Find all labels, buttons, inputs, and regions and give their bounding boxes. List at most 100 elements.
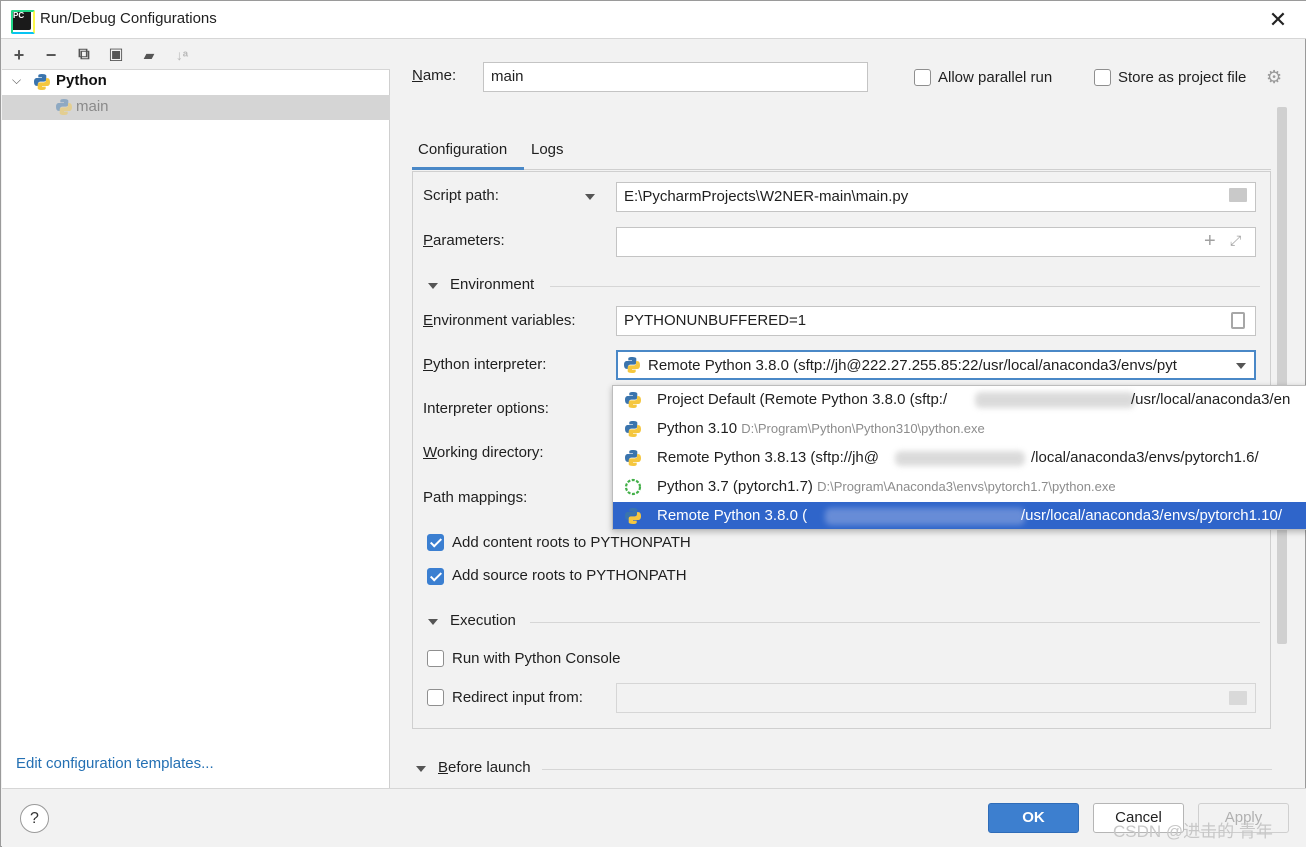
option-label: Remote Python 3.8.0 ( (657, 507, 808, 524)
environment-section[interactable]: Environment (450, 276, 534, 293)
source-roots-checkbox[interactable] (427, 568, 444, 585)
tree-item-label: main (76, 98, 109, 115)
watermark: CSDN @进击的 青年 (1113, 822, 1273, 841)
run-console-checkbox[interactable] (427, 650, 444, 667)
parameters-label-text: arameters: (433, 232, 505, 249)
python-icon (34, 74, 50, 90)
interpreter-dropdown: Project Default (Remote Python 3.8.0 (sf… (612, 385, 1306, 530)
redirect-input-field[interactable] (616, 683, 1256, 713)
env-vars-label: Environment variables: (423, 312, 576, 329)
before-launch-section[interactable]: Before launch (438, 759, 531, 776)
env-vars-field[interactable]: PYTHONUNBUFFERED=1 (616, 306, 1256, 336)
section-divider (550, 286, 1260, 287)
option-tail: /usr/local/anaconda3/en (1131, 391, 1291, 408)
interpreter-options-label: Interpreter options: (423, 400, 549, 417)
close-icon[interactable]: ✕ (1263, 5, 1293, 35)
configurations-panel: + − ⧉ ▣ ▰ ↓ᵃ ⌵ Python main Edit configur… (2, 40, 390, 788)
chevron-down-icon[interactable] (585, 194, 595, 200)
active-tab-indicator (412, 167, 524, 170)
window-title: Run/Debug Configurations (40, 10, 217, 27)
scrollbar[interactable] (1277, 107, 1287, 644)
help-button[interactable]: ? (20, 804, 49, 833)
option-path: D:\Program\Python\Python310\python.exe (741, 421, 985, 436)
folder-icon[interactable] (1229, 691, 1247, 705)
sort-icon[interactable]: ↓ᵃ (171, 44, 193, 66)
tab-configuration[interactable]: Configuration (418, 141, 507, 158)
ok-button[interactable]: OK (988, 803, 1079, 833)
remote-python-icon (625, 392, 641, 408)
chevron-down-icon[interactable] (1236, 363, 1246, 369)
section-divider (530, 622, 1260, 623)
option-path: D:\Program\Anaconda3\envs\pytorch1.7\pyt… (817, 479, 1116, 494)
store-project-label: Store as project file (1118, 69, 1247, 86)
dropdown-option[interactable]: Python 3.10 D:\Program\Python\Python310\… (613, 415, 1306, 444)
remove-icon[interactable]: − (40, 44, 62, 66)
pycharm-icon: PC (11, 10, 35, 34)
working-dir-label: Working directory: (423, 444, 544, 461)
remote-python-icon (625, 508, 641, 524)
tree-item-python[interactable]: ⌵ Python (2, 70, 390, 94)
dropdown-option[interactable]: Project Default (Remote Python 3.8.0 (sf… (613, 386, 1306, 415)
option-name: Python 3.7 (pytorch1.7) (657, 478, 813, 495)
script-path-field[interactable]: E:\PycharmProjects\W2NER-main\main.py (616, 182, 1256, 212)
chevron-down-icon[interactable] (416, 766, 426, 772)
edit-templates-link[interactable]: Edit configuration templates... (16, 755, 214, 772)
interpreter-label-text: ython interpreter: (433, 356, 547, 373)
store-project-checkbox[interactable] (1094, 69, 1111, 86)
option-label: Project Default (Remote Python 3.8.0 (sf… (657, 391, 948, 408)
working-dir-label-text: orking directory: (436, 444, 544, 461)
copy-icon[interactable]: ⧉ (73, 44, 95, 66)
option-label: Remote Python 3.8.13 (sftp://jh@ (657, 449, 880, 466)
save-icon[interactable]: ▣ (105, 44, 127, 66)
gear-icon[interactable]: ⚙ (1266, 67, 1282, 88)
redacted-area (895, 451, 1025, 466)
before-launch-label-text: efore launch (448, 759, 531, 776)
chevron-down-icon[interactable]: ⌵ (12, 73, 21, 88)
conda-icon (624, 478, 642, 496)
tabs-baseline (412, 169, 1271, 170)
dropdown-option-selected[interactable]: Remote Python 3.8.0 ( /usr/local/anacond… (613, 502, 1306, 529)
python-icon (56, 99, 72, 115)
section-divider (542, 769, 1272, 770)
redirect-input-checkbox[interactable] (427, 689, 444, 706)
redacted-area (825, 508, 1025, 525)
tree-item-main[interactable]: main (2, 95, 390, 120)
name-field[interactable]: main (483, 62, 868, 92)
folder-icon[interactable] (1229, 188, 1247, 202)
redacted-area (975, 392, 1135, 408)
remote-python-icon (624, 357, 640, 373)
content-roots-label: Add content roots to PYTHONPATH (452, 534, 691, 551)
tree-group-label: Python (56, 72, 107, 89)
dropdown-option[interactable]: Python 3.7 (pytorch1.7) D:\Program\Anaco… (613, 473, 1306, 502)
name-label-text: ame: (422, 67, 457, 84)
name-label: Name: (412, 67, 457, 84)
allow-parallel-checkbox[interactable] (914, 69, 931, 86)
source-roots-label: Add source roots to PYTHONPATH (452, 567, 687, 584)
tab-logs[interactable]: Logs (531, 141, 564, 158)
parameters-label: Parameters: (423, 232, 505, 249)
env-vars-label-text: nvironment variables: (433, 312, 576, 329)
add-parameter-icon[interactable]: + (1204, 230, 1216, 253)
option-tail: /usr/local/anaconda3/envs/pytorch1.10/ (1021, 507, 1282, 524)
dropdown-option[interactable]: Remote Python 3.8.13 (sftp://jh@ /local/… (613, 444, 1306, 473)
edit-list-icon[interactable] (1231, 312, 1245, 329)
app-icon-text: PC (13, 11, 25, 20)
execution-section[interactable]: Execution (450, 612, 516, 629)
interpreter-select[interactable]: Remote Python 3.8.0 (sftp://jh@222.27.25… (616, 350, 1256, 380)
dialog-window: PC Run/Debug Configurations ✕ + − ⧉ ▣ ▰ … (0, 0, 1306, 847)
new-folder-icon[interactable]: ▰ (138, 44, 160, 66)
parameters-field[interactable] (616, 227, 1256, 257)
interpreter-label: Python interpreter: (423, 356, 547, 373)
redirect-input-label: Redirect input from: (452, 689, 583, 706)
content-roots-checkbox[interactable] (427, 534, 444, 551)
title-bar: PC Run/Debug Configurations ✕ (1, 1, 1306, 39)
chevron-down-icon[interactable] (428, 283, 438, 289)
option-tail: /local/anaconda3/envs/pytorch1.6/ (1031, 449, 1259, 466)
remote-python-icon (625, 450, 641, 466)
add-icon[interactable]: + (8, 44, 30, 66)
chevron-down-icon[interactable] (428, 619, 438, 625)
run-console-label: Run with Python Console (452, 650, 621, 667)
option-name: Python 3.10 (657, 420, 738, 437)
expand-icon[interactable]: ⤢ (1230, 232, 1241, 249)
python-icon (625, 421, 641, 437)
